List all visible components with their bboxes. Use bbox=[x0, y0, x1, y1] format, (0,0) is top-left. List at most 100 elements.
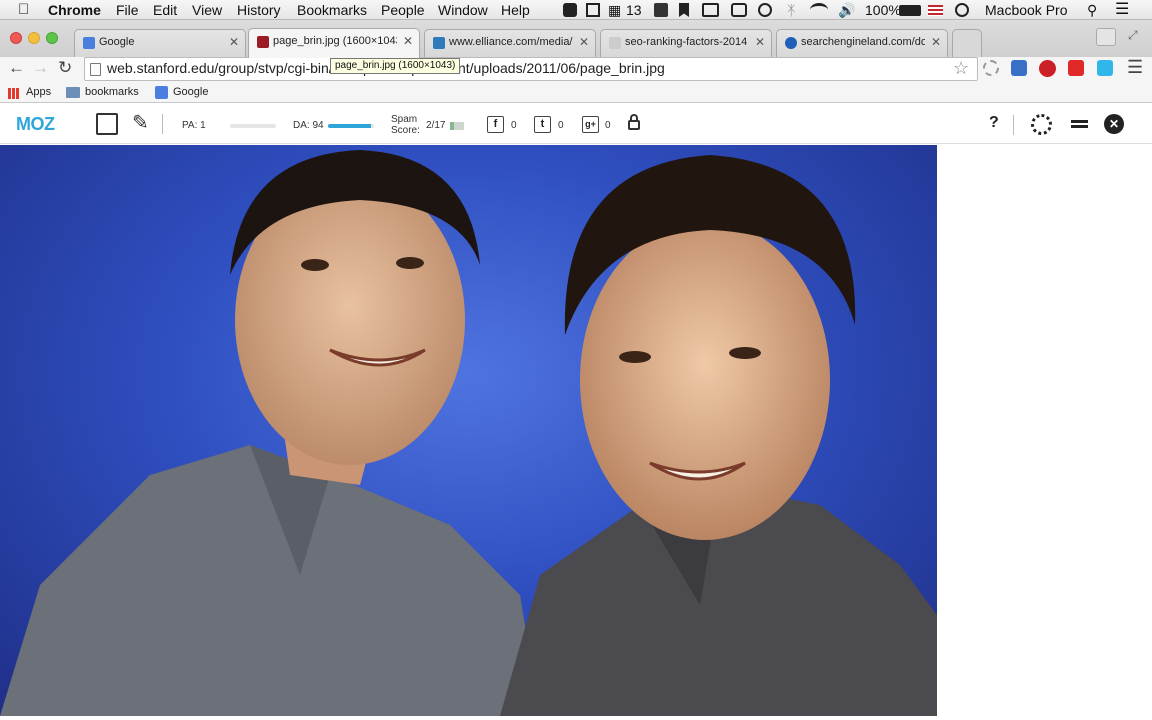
notification-center-icon[interactable]: ☰ bbox=[1115, 1, 1129, 19]
image-icon[interactable] bbox=[702, 3, 719, 17]
extension-profile-icon[interactable] bbox=[1011, 60, 1027, 76]
moz-logo[interactable]: MOZ bbox=[16, 114, 55, 135]
tab-elliance[interactable]: www.elliance.com/media/ ✕ bbox=[424, 29, 596, 57]
menu-help[interactable]: Help bbox=[501, 1, 530, 19]
page-analysis-icon[interactable] bbox=[96, 113, 118, 135]
highlighter-pencil-icon[interactable]: ✎ bbox=[132, 110, 149, 135]
spotlight-search-icon[interactable]: ⚲ bbox=[1087, 1, 1097, 19]
back-icon[interactable]: ← bbox=[8, 58, 25, 78]
flipboard-icon[interactable] bbox=[1068, 60, 1084, 76]
tab-label: www.elliance.com/media/ bbox=[449, 36, 573, 48]
divider bbox=[162, 114, 163, 134]
menu-window[interactable]: Window bbox=[438, 1, 488, 19]
clock-icon[interactable] bbox=[955, 3, 969, 17]
page-authority-meter bbox=[230, 124, 276, 128]
bookmark-icon[interactable] bbox=[679, 3, 689, 17]
twitter-count: 0 bbox=[558, 120, 564, 131]
domain-authority-fill bbox=[328, 124, 372, 128]
tab-close-icon[interactable]: ✕ bbox=[403, 34, 413, 48]
page-icon bbox=[90, 63, 101, 76]
bluetooth-icon[interactable]: ᛡ bbox=[787, 1, 795, 19]
extension-gear-icon[interactable] bbox=[983, 60, 999, 76]
menu-file[interactable]: File bbox=[116, 1, 139, 19]
folder-icon bbox=[66, 87, 80, 98]
tab-google[interactable]: Google ✕ bbox=[74, 29, 246, 57]
volume-icon[interactable]: 🔊 bbox=[838, 1, 855, 19]
zoom-window-icon[interactable] bbox=[46, 32, 58, 44]
address-bar[interactable]: web.stanford.edu/group/stvp/cgi-bin/word… bbox=[84, 57, 978, 81]
new-tab-button[interactable] bbox=[952, 29, 982, 57]
tab-close-icon[interactable]: ✕ bbox=[755, 35, 765, 49]
domain-authority-meter bbox=[328, 124, 374, 128]
menu-view[interactable]: View bbox=[192, 1, 222, 19]
settings-gear-icon[interactable] bbox=[1031, 114, 1052, 135]
menu-bookmarks[interactable]: Bookmarks bbox=[297, 1, 367, 19]
timemachine-icon[interactable] bbox=[758, 3, 772, 17]
tab-label: page_brin.jpg (1600×1043) bbox=[273, 35, 397, 47]
page-authority-label: PA: 1 bbox=[182, 120, 206, 131]
tab-close-icon[interactable]: ✕ bbox=[931, 35, 941, 49]
tab-close-icon[interactable]: ✕ bbox=[579, 35, 589, 49]
pinterest-icon[interactable] bbox=[1039, 60, 1056, 77]
document-favicon-icon bbox=[609, 37, 621, 49]
spam-label-line2: Score: bbox=[391, 125, 420, 136]
spam-score-bars-icon bbox=[450, 122, 464, 130]
tab-label: Google bbox=[99, 36, 135, 48]
tab-searchengineland[interactable]: searchengineland.com/do ✕ bbox=[776, 29, 948, 57]
fullscreen-icon[interactable]: ⤢ bbox=[1128, 28, 1138, 43]
elliance-favicon-icon bbox=[433, 37, 445, 49]
menu-people[interactable]: People bbox=[381, 1, 425, 19]
right-person-face bbox=[580, 220, 830, 540]
profile-icon[interactable] bbox=[1096, 28, 1116, 46]
facebook-count: 0 bbox=[511, 120, 517, 131]
tab-strip: Google ✕ page_brin.jpg (1600×1043) ✕ www… bbox=[0, 20, 1152, 58]
lock-shackle-icon bbox=[630, 114, 638, 122]
close-window-icon[interactable] bbox=[10, 32, 22, 44]
gamepad-icon[interactable] bbox=[654, 3, 668, 17]
bookmarks-bar: Apps bookmarks Google bbox=[0, 83, 1152, 103]
bookmark-star-icon[interactable]: ☆ bbox=[953, 58, 969, 79]
page-brin-photo bbox=[0, 145, 937, 716]
stanford-favicon-icon bbox=[257, 36, 269, 48]
macos-menubar:  Chrome File Edit View History Bookmark… bbox=[0, 0, 1152, 20]
menu-edit[interactable]: Edit bbox=[153, 1, 177, 19]
menu-app-name[interactable]: Chrome bbox=[48, 1, 101, 19]
google-plus-count: 0 bbox=[605, 120, 611, 131]
tab-page-brin[interactable]: page_brin.jpg (1600×1043) ✕ bbox=[248, 28, 420, 58]
help-icon[interactable]: ? bbox=[989, 114, 999, 132]
domain-authority-label: DA: 94 bbox=[293, 120, 324, 131]
flag-icon[interactable] bbox=[928, 5, 943, 16]
collapse-bar-icon[interactable] bbox=[1071, 120, 1088, 128]
apple-icon[interactable]:  bbox=[18, 1, 29, 19]
screen-icon[interactable] bbox=[586, 3, 600, 17]
tab-seo-ranking[interactable]: seo-ranking-factors-2014 ✕ bbox=[600, 29, 772, 57]
spam-label-line1: Spam bbox=[391, 114, 418, 125]
keyboard-icon[interactable] bbox=[731, 3, 747, 17]
bookmark-folder[interactable]: bookmarks bbox=[85, 86, 139, 98]
moz-extension-icon[interactable] bbox=[1097, 60, 1113, 76]
spam-score-label: Spam Score: bbox=[391, 114, 420, 136]
calendar-icon[interactable]: ▦ bbox=[608, 1, 621, 19]
google-favicon-icon bbox=[155, 86, 168, 99]
tab-close-icon[interactable]: ✕ bbox=[229, 35, 239, 49]
battery-percent: 100% bbox=[865, 2, 901, 18]
menu-history[interactable]: History bbox=[237, 1, 281, 19]
close-mozbar-icon[interactable]: ✕ bbox=[1104, 114, 1124, 134]
bookmark-google[interactable]: Google bbox=[173, 86, 208, 98]
facebook-icon[interactable]: f bbox=[487, 116, 504, 133]
wifi-icon[interactable] bbox=[810, 3, 828, 17]
battery-icon[interactable] bbox=[899, 5, 921, 16]
photo-illustration bbox=[0, 150, 937, 716]
chrome-menu-icon[interactable]: ☰ bbox=[1127, 57, 1143, 78]
minimize-window-icon[interactable] bbox=[28, 32, 40, 44]
forward-icon[interactable]: → bbox=[32, 58, 49, 78]
tab-tooltip: page_brin.jpg (1600×1043) bbox=[330, 58, 461, 74]
reload-icon[interactable]: ↻ bbox=[58, 58, 72, 78]
page-background-right bbox=[937, 145, 1152, 716]
bookmark-apps[interactable]: Apps bbox=[26, 86, 51, 98]
searchengineland-favicon-icon bbox=[785, 37, 797, 49]
dropbox-icon[interactable] bbox=[563, 3, 577, 17]
user-name[interactable]: Macbook Pro bbox=[985, 1, 1067, 19]
twitter-icon[interactable]: t bbox=[534, 116, 551, 133]
google-plus-icon[interactable]: g+ bbox=[582, 116, 599, 133]
